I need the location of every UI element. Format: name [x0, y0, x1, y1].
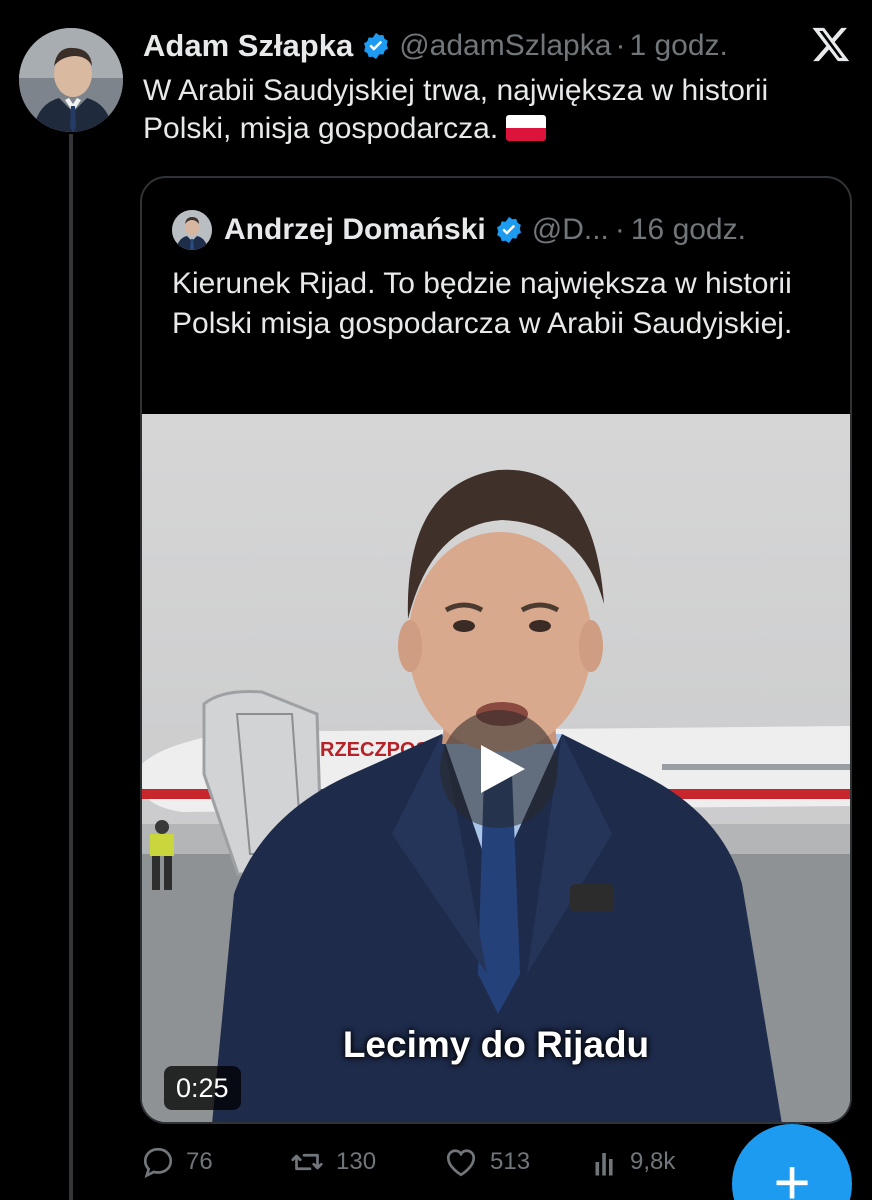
verified-badge-icon [364, 32, 389, 60]
like-count: 513 [490, 1148, 531, 1175]
reply-button[interactable]: 76 [140, 1142, 213, 1182]
tweet-text: W Arabii Saudyjskiej trwa, największa w … [143, 72, 803, 148]
compose-button[interactable]: + [732, 1124, 852, 1200]
tweet-text-body: W Arabii Saudyjskiej trwa, największa w … [143, 74, 769, 145]
author-handle[interactable]: @adamSzlapka [399, 29, 611, 63]
repost-button[interactable]: 130 [288, 1142, 376, 1182]
x-logo-icon[interactable] [810, 24, 852, 64]
quoted-tweet-header: Andrzej Domański @D... · 16 godz. [172, 208, 746, 252]
plus-icon: + [773, 1146, 811, 1200]
views-icon [595, 1153, 613, 1176]
views-button[interactable]: 9,8k [592, 1142, 675, 1182]
views-count: 9,8k [630, 1148, 676, 1175]
quoted-tweet-time[interactable]: 16 godz. [631, 213, 746, 247]
repost-count: 130 [336, 1148, 377, 1175]
author-avatar-image [19, 28, 123, 132]
thread-line [69, 134, 73, 1200]
play-button[interactable] [440, 710, 558, 828]
separator-dot: · [615, 29, 626, 62]
action-bar: 76 130 513 9,8k [140, 1142, 740, 1182]
quoted-tweet-text: Kierunek Rijad. To będzie największa w h… [172, 267, 793, 340]
quoted-author-avatar[interactable] [172, 210, 212, 250]
like-icon [446, 1149, 476, 1177]
reply-icon [143, 1147, 173, 1179]
separator-dot: · [614, 213, 625, 246]
author-name[interactable]: Adam Szłapka [143, 28, 353, 64]
reply-count: 76 [186, 1148, 213, 1175]
verified-badge-icon [496, 216, 521, 244]
like-button[interactable]: 513 [442, 1142, 530, 1182]
play-icon [481, 745, 525, 793]
quoted-avatar-image [172, 210, 212, 250]
video-duration: 0:25 [164, 1066, 241, 1110]
tweet-time[interactable]: 1 godz. [629, 29, 727, 63]
quoted-author-name[interactable]: Andrzej Domański [224, 213, 486, 247]
tweet-header: Adam Szłapka @adamSzlapka · 1 godz. [143, 26, 728, 66]
author-avatar[interactable] [19, 28, 123, 132]
repost-icon [291, 1153, 323, 1171]
video-player[interactable]: RZECZPOSP Lecimy do Rijadu 0:25 [142, 414, 850, 1122]
video-caption: Lecimy do Rijadu [342, 1024, 650, 1065]
quoted-author-handle[interactable]: @D... [532, 213, 609, 247]
quoted-tweet[interactable]: Andrzej Domański @D... · 16 godz. Kierun… [140, 176, 852, 1124]
poland-flag-icon [506, 115, 547, 141]
